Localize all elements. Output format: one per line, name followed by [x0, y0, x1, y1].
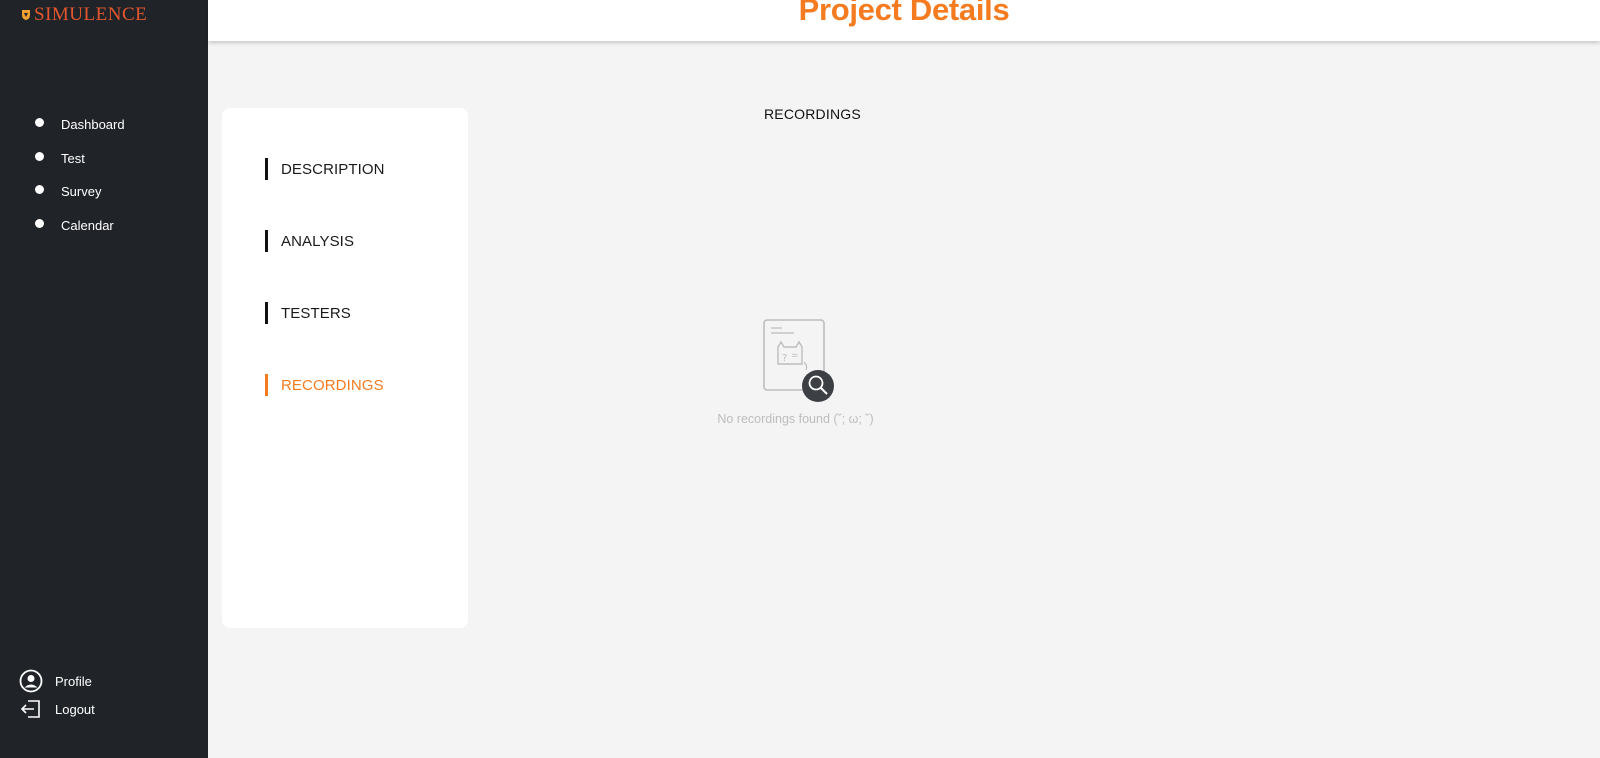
page-title: Project Details: [798, 0, 1010, 27]
sidebar: SIMULENCE Dashboard Test Survey Calendar: [0, 0, 208, 758]
sidebar-item-dashboard[interactable]: Dashboard: [0, 108, 208, 142]
bullet-icon: [35, 118, 44, 128]
sidebar-item-test[interactable]: Test: [0, 142, 208, 176]
sidebar-item-label: Calendar: [61, 217, 114, 233]
logout-link[interactable]: Logout: [0, 695, 208, 723]
sidebar-item-label: Survey: [61, 184, 102, 200]
sidebar-bottom: Profile Logout: [0, 667, 208, 723]
sidebar-item-calendar[interactable]: Calendar: [0, 209, 208, 243]
tab-label: TESTERS: [281, 304, 351, 322]
tab-label: RECORDINGS: [281, 376, 384, 394]
tab-recordings[interactable]: RECORDINGS: [265, 374, 384, 396]
logo-icon: [22, 10, 30, 20]
sidebar-item-survey[interactable]: Survey: [0, 175, 208, 209]
svg-text:?: ?: [782, 353, 787, 364]
svg-text:=: =: [791, 351, 799, 361]
section-title: RECORDINGS: [764, 106, 861, 122]
bullet-icon: [35, 218, 44, 228]
profile-link[interactable]: Profile: [0, 667, 208, 695]
sidebar-nav: Dashboard Test Survey Calendar: [0, 108, 208, 242]
empty-state-message: No recordings found (˘; ω; ˘): [717, 412, 874, 426]
tab-label: ANALYSIS: [281, 232, 355, 250]
brand-logo[interactable]: SIMULENCE: [20, 4, 147, 26]
sidebar-item-label: Test: [61, 150, 85, 166]
tab-description[interactable]: DESCRIPTION: [265, 158, 385, 180]
empty-document-search-icon: ? =: [763, 319, 834, 402]
brand-name: SIMULENCE: [34, 4, 148, 25]
logout-label: Logout: [55, 701, 95, 717]
bullet-icon: [35, 185, 44, 195]
sidebar-item-label: Dashboard: [61, 117, 125, 133]
profile-label: Profile: [55, 673, 92, 689]
top-header: Project Details: [208, 0, 1600, 41]
tab-analysis[interactable]: ANALYSIS: [265, 230, 354, 252]
tab-testers[interactable]: TESTERS: [265, 302, 351, 324]
user-circle-icon: [19, 669, 43, 693]
logout-icon: [19, 697, 43, 721]
tabs-panel: DESCRIPTION ANALYSIS TESTERS RECORDINGS: [222, 108, 468, 628]
tab-label: DESCRIPTION: [281, 160, 385, 178]
bullet-icon: [35, 151, 44, 161]
